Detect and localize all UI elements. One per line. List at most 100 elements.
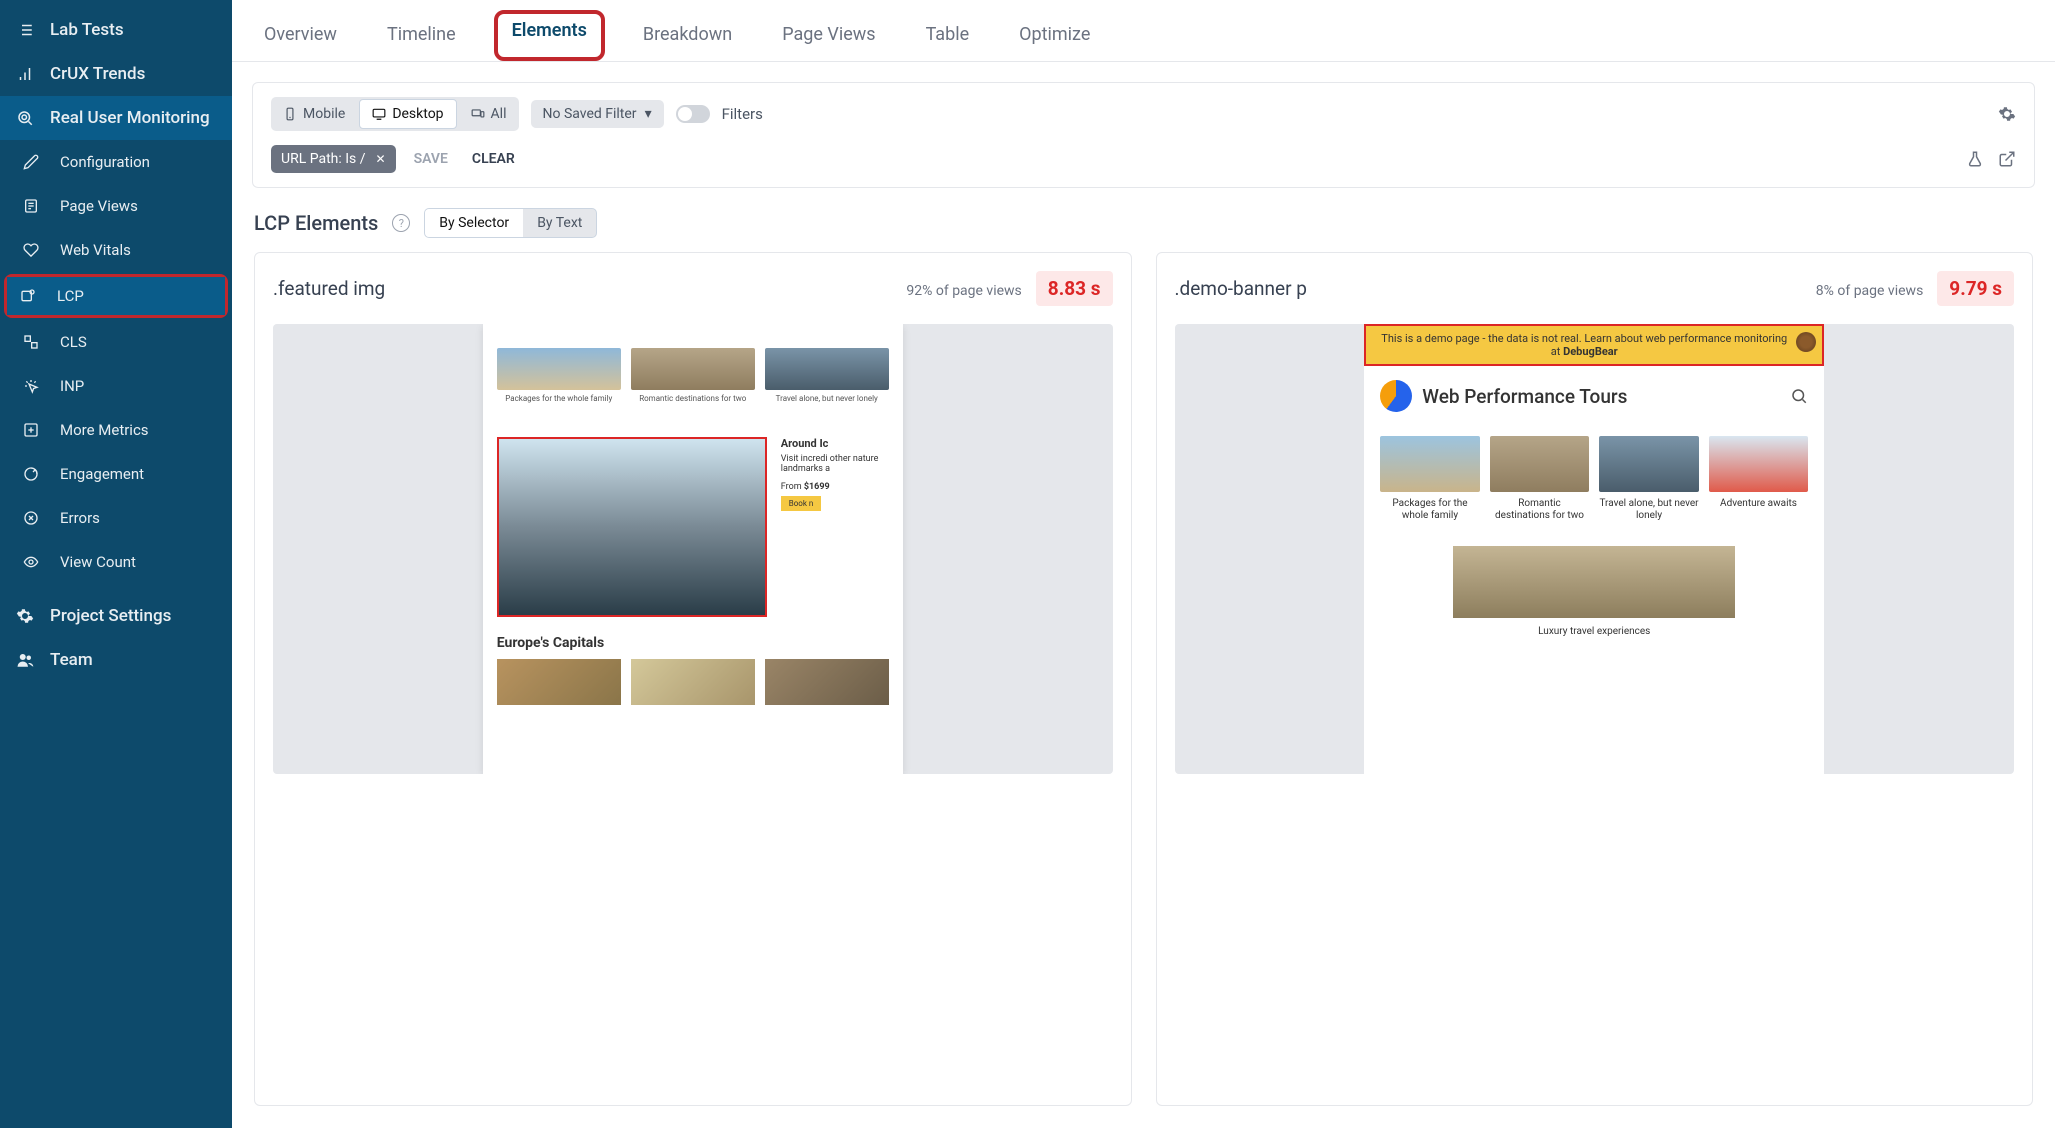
external-link-icon[interactable] bbox=[1998, 150, 2016, 168]
card-header: .featured img 92% of page views 8.83 s bbox=[273, 271, 1113, 306]
by-selector-button[interactable]: By Selector bbox=[425, 209, 523, 237]
save-filter-button[interactable]: SAVE bbox=[408, 147, 454, 171]
preview-page: This is a demo page - the data is not re… bbox=[1364, 324, 1824, 774]
filters-toggle[interactable] bbox=[676, 105, 710, 123]
sidebar-label: Errors bbox=[60, 509, 100, 527]
filter-bar: Mobile Desktop All No Saved Filter ▾ bbox=[252, 82, 2035, 188]
main-content: Overview Timeline Elements Breakdown Pag… bbox=[232, 0, 2055, 1128]
logo-icon bbox=[1380, 380, 1412, 412]
grid-caption: Romantic destinations for two bbox=[1490, 498, 1590, 522]
feature-desc: Visit incredi other nature landmarks a bbox=[781, 454, 889, 474]
capital-thumb bbox=[631, 659, 755, 705]
element-selector: .demo-banner p bbox=[1175, 277, 1307, 300]
tab-elements[interactable]: Elements bbox=[508, 18, 591, 43]
help-icon[interactable]: ? bbox=[392, 214, 410, 232]
section-heading: Europe's Capitals bbox=[497, 635, 889, 651]
sidebar-item-errors[interactable]: Errors bbox=[0, 496, 232, 540]
filters-label: Filters bbox=[722, 105, 763, 123]
tabs: Overview Timeline Elements Breakdown Pag… bbox=[232, 0, 2055, 62]
by-text-button[interactable]: By Text bbox=[523, 209, 596, 237]
tab-timeline[interactable]: Timeline bbox=[375, 16, 468, 61]
wide-caption: Luxury travel experiences bbox=[1380, 626, 1808, 638]
device-mobile-button[interactable]: Mobile bbox=[271, 97, 357, 131]
sidebar-item-inp[interactable]: INP bbox=[0, 364, 232, 408]
sidebar-item-view-count[interactable]: View Count bbox=[0, 540, 232, 584]
grid-item: Romantic destinations for two bbox=[1490, 436, 1590, 522]
list-icon bbox=[14, 19, 36, 41]
flask-icon[interactable] bbox=[1966, 150, 1984, 168]
sidebar-item-configuration[interactable]: Configuration bbox=[0, 140, 232, 184]
view-mode-segment: By Selector By Text bbox=[424, 208, 597, 238]
sidebar-item-rum[interactable]: Real User Monitoring bbox=[0, 96, 232, 140]
chip-remove-button[interactable]: ✕ bbox=[376, 152, 386, 166]
sidebar-item-page-views[interactable]: Page Views bbox=[0, 184, 232, 228]
sidebar-item-team[interactable]: Team bbox=[0, 638, 232, 682]
sidebar-label: Page Views bbox=[60, 197, 138, 215]
x-circle-icon bbox=[20, 507, 42, 529]
users-icon bbox=[14, 649, 36, 671]
sidebar-item-project-settings[interactable]: Project Settings bbox=[0, 594, 232, 638]
sidebar-item-engagement[interactable]: Engagement bbox=[0, 452, 232, 496]
settings-gear-button[interactable] bbox=[1998, 105, 2016, 123]
url-path-filter-chip[interactable]: URL Path: Is / ✕ bbox=[271, 145, 396, 173]
target-icon bbox=[20, 463, 42, 485]
page-views-pct: 8% of page views bbox=[1816, 283, 1924, 299]
section-title: LCP Elements bbox=[254, 211, 378, 235]
sidebar-item-more-metrics[interactable]: More Metrics bbox=[0, 408, 232, 452]
chevron-down-icon: ▾ bbox=[645, 106, 652, 122]
device-all-button[interactable]: All bbox=[459, 97, 519, 131]
book-button: Book n bbox=[781, 496, 822, 511]
clear-filter-button[interactable]: CLEAR bbox=[466, 147, 521, 171]
tab-optimize[interactable]: Optimize bbox=[1007, 16, 1102, 61]
search-icon bbox=[1790, 387, 1808, 405]
sidebar-item-lcp[interactable]: LCP bbox=[7, 277, 225, 315]
thumb-caption: Packages for the whole family bbox=[497, 394, 621, 403]
tab-table[interactable]: Table bbox=[914, 16, 982, 61]
thumb-caption: Travel alone, but never lonely bbox=[765, 394, 889, 403]
cursor-click-icon bbox=[20, 375, 42, 397]
eye-icon bbox=[20, 551, 42, 573]
tab-overview[interactable]: Overview bbox=[252, 16, 349, 61]
sidebar-item-web-vitals[interactable]: Web Vitals bbox=[0, 228, 232, 272]
capital-thumb bbox=[765, 659, 889, 705]
sidebar-label: Web Vitals bbox=[60, 241, 131, 259]
lcp-highlighted-element: This is a demo page - the data is not re… bbox=[1364, 324, 1824, 366]
thumb-caption: Romantic destinations for two bbox=[631, 394, 755, 403]
tab-elements-highlight: Elements bbox=[494, 10, 605, 61]
sidebar-label: Engagement bbox=[60, 465, 144, 483]
preview-page: Packages for the whole family Romantic d… bbox=[483, 324, 903, 774]
lcp-element-card[interactable]: .featured img 92% of page views 8.83 s P… bbox=[254, 252, 1132, 1106]
page-views-pct: 92% of page views bbox=[906, 283, 1021, 299]
capital-thumb bbox=[497, 659, 621, 705]
device-label: All bbox=[491, 106, 507, 122]
tab-page-views[interactable]: Page Views bbox=[770, 16, 887, 61]
lcp-element-card[interactable]: .demo-banner p 8% of page views 9.79 s T… bbox=[1156, 252, 2034, 1106]
sidebar-item-crux-trends[interactable]: CrUX Trends bbox=[0, 52, 232, 96]
sidebar-item-lab-tests[interactable]: Lab Tests bbox=[0, 8, 232, 52]
bear-icon bbox=[1796, 332, 1816, 352]
mobile-icon bbox=[283, 107, 297, 121]
desktop-icon bbox=[372, 107, 386, 121]
feature-text: Around Ic Visit incredi other nature lan… bbox=[781, 437, 889, 617]
tab-breakdown[interactable]: Breakdown bbox=[631, 16, 744, 61]
thumb-item: Romantic destinations for two bbox=[631, 348, 755, 403]
device-desktop-button[interactable]: Desktop bbox=[359, 99, 456, 129]
thumb-item: Packages for the whole family bbox=[497, 348, 621, 403]
grid-caption: Travel alone, but never lonely bbox=[1599, 498, 1699, 522]
image-icon bbox=[17, 285, 39, 307]
banner-bold: DebugBear bbox=[1563, 345, 1618, 358]
sidebar-label: CrUX Trends bbox=[50, 64, 145, 84]
sidebar-item-cls[interactable]: CLS bbox=[0, 320, 232, 364]
search-icon bbox=[14, 107, 36, 129]
lcp-metric-badge: 8.83 s bbox=[1036, 271, 1113, 306]
feature-title: Around Ic bbox=[781, 437, 889, 450]
sidebar-label: View Count bbox=[60, 553, 136, 571]
device-label: Desktop bbox=[392, 106, 443, 122]
section-header: LCP Elements ? By Selector By Text bbox=[232, 208, 2055, 252]
grid-item: Travel alone, but never lonely bbox=[1599, 436, 1699, 522]
sidebar-label: INP bbox=[60, 377, 84, 395]
chip-label: URL Path: Is / bbox=[281, 151, 366, 167]
grid-item: Packages for the whole family bbox=[1380, 436, 1480, 522]
sidebar-label: More Metrics bbox=[60, 421, 149, 439]
saved-filter-dropdown[interactable]: No Saved Filter ▾ bbox=[531, 100, 664, 128]
